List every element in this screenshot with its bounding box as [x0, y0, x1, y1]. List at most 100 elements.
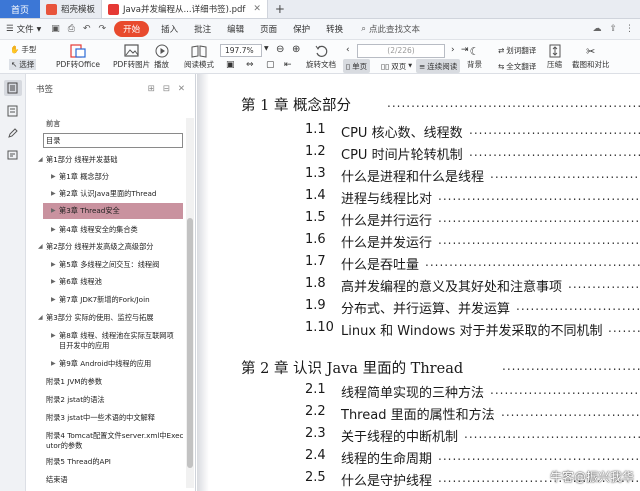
menu-annotate[interactable]: 批注 — [186, 23, 219, 35]
toc-entry-link[interactable]: 什么是并行运行 — [341, 210, 432, 229]
expand-arrow-icon[interactable]: ▶ — [51, 277, 56, 287]
bookmark-item[interactable]: ◢ 第3部分 实际的使用、监控与拓展 — [26, 312, 184, 324]
compress-button[interactable]: 压缩 — [547, 43, 562, 70]
share-icon[interactable]: ⇪ — [609, 24, 617, 34]
expand-arrow-icon[interactable]: ▶ — [51, 295, 56, 305]
bookmark-item[interactable]: ◢ 第2部分 线程并发高级之高级部分 — [26, 241, 184, 253]
toc-entry-link[interactable]: Linux 和 Windows 对于并发采取的不同机制 — [341, 320, 602, 339]
toc-entry-link[interactable]: Thread 里面的属性和方法 — [341, 404, 495, 423]
bookmark-item[interactable]: 前言 — [26, 118, 184, 130]
menu-page[interactable]: 页面 — [252, 23, 285, 35]
bookmark-item[interactable]: ▶ 第4章 线程安全的集合类 — [26, 224, 184, 236]
tab-document[interactable]: Java并发编程从...详细书签).pdf ✕ — [102, 0, 268, 18]
toc-entry-link[interactable]: 什么是并发运行 — [341, 232, 432, 251]
bookmark-item[interactable]: 附录1 JVM的参数 — [26, 376, 184, 388]
search-box[interactable]: ⌕ 点此查找文本 — [357, 23, 424, 35]
bookmark-item[interactable]: ▶ 第6章 线程池 — [26, 276, 184, 288]
play-button[interactable]: 播放 — [154, 43, 169, 70]
bookmark-item[interactable]: ▶ 第9章 Android中线程的应用 — [26, 358, 184, 370]
collapse-arrow-icon[interactable]: ◢ — [38, 313, 43, 323]
close-icon[interactable]: ✕ — [253, 4, 261, 14]
more-icon[interactable]: ⋮ — [625, 24, 634, 34]
toc-entry-link[interactable]: 线程简单实现的三种方法 — [341, 382, 484, 401]
toc-chapter-heading[interactable]: 第 2 章 认识 Java 里面的 Thread — [241, 357, 463, 378]
menu-insert[interactable]: 插入 — [153, 23, 186, 35]
menu-protect[interactable]: 保护 — [285, 23, 318, 35]
menu-convert[interactable]: 转换 — [318, 23, 351, 35]
expand-arrow-icon[interactable]: ▶ — [51, 331, 56, 341]
expand-arrow-icon[interactable]: ▶ — [51, 206, 56, 216]
bookmark-item[interactable]: ▶ 第1章 概念部分 — [26, 171, 184, 183]
bookmark-item[interactable]: ▶ 第8章 线程、线程池在实际互联网项 目开发中的应用 — [26, 330, 184, 352]
first-page-icon[interactable]: ⇤ — [284, 60, 292, 70]
bookmark-scrollbar[interactable] — [186, 118, 194, 488]
translate-full-button[interactable]: ⇆ 全文翻译 — [498, 61, 536, 72]
thumbnail-icon[interactable] — [5, 104, 21, 118]
toc-entry-link[interactable]: 线程的生命周期 — [341, 448, 432, 467]
expand-arrow-icon[interactable]: ▶ — [51, 225, 56, 235]
zoom-input[interactable]: 197.7% — [220, 44, 262, 57]
attachment-icon[interactable] — [5, 148, 21, 162]
pdf-to-image-button[interactable]: PDF转图片 — [113, 43, 150, 70]
file-menu[interactable]: ☰ 文件 ▼ — [0, 23, 47, 35]
continuous-read-button[interactable]: ≡ 连续阅读 — [416, 59, 461, 73]
bookmark-item[interactable]: 附录5 Thread的API — [26, 456, 184, 468]
bookmark-item[interactable]: 结束语 — [26, 474, 184, 486]
expand-arrow-icon[interactable]: ▶ — [51, 189, 56, 199]
bookmark-item-selected[interactable]: ▶ 第3章 Thread安全 — [43, 203, 183, 219]
toc-entry-link[interactable]: 分布式、并行运算、并发运算 — [341, 298, 510, 317]
bookmark-item[interactable]: 附录4 Tomcat配置文件server.xml中Exec utor的参数 — [26, 430, 184, 452]
close-panel-icon[interactable]: ✕ — [178, 84, 185, 94]
select-tool[interactable]: ↖ 选择 — [9, 59, 37, 70]
add-tab-button[interactable]: + — [268, 0, 292, 18]
bookmark-item[interactable]: ◢ 第1部分 线程并发基础 — [26, 154, 184, 166]
page-number-input[interactable]: (2/226) — [357, 44, 445, 58]
background-button[interactable]: ☾ 背景 — [467, 43, 482, 70]
bookmark-item[interactable]: 附录2 jstat的语法 — [26, 394, 184, 406]
redo-icon[interactable]: ↷ — [95, 24, 111, 34]
bookmark-item[interactable]: ▶ 第2章 认识Java里面的Thread — [26, 188, 184, 200]
toc-entry-link[interactable]: 什么是守护线程 — [341, 470, 432, 489]
scrollbar-thumb[interactable] — [187, 218, 193, 468]
actual-size-icon[interactable]: ▢ — [266, 60, 275, 70]
cloud-icon[interactable]: ☁ — [592, 24, 601, 34]
toc-entry-link[interactable]: CPU 核心数、线程数 — [341, 122, 463, 141]
print-icon[interactable]: ⎙ — [64, 24, 79, 34]
fit-page-icon[interactable]: ▣ — [226, 60, 235, 70]
zoom-dropdown-icon[interactable]: ▼ — [264, 45, 269, 52]
menu-edit[interactable]: 编辑 — [219, 23, 252, 35]
fit-width-icon[interactable]: ⇔ — [246, 60, 254, 70]
bookmark-item[interactable]: ▶ 第7章 JDK7新增的Fork/Join — [26, 294, 184, 306]
tab-home[interactable]: 首页 — [0, 0, 40, 18]
toc-chapter-heading[interactable]: 第 1 章 概念部分 — [241, 94, 351, 115]
document-view[interactable]: 第 1 章 概念部分 .............................… — [197, 74, 640, 491]
expand-arrow-icon[interactable]: ▶ — [51, 359, 56, 369]
read-mode-button[interactable]: 阅读模式 — [184, 43, 214, 70]
expand-icon[interactable]: ⊞ — [148, 84, 155, 94]
bookmark-panel-icon[interactable] — [3, 80, 22, 96]
double-page-button[interactable]: ▯▯ 双页 ▼ — [378, 59, 415, 73]
bookmark-item[interactable]: 附录3 jstat中一些术语的中文解释 — [26, 412, 184, 424]
toc-entry-link[interactable]: 高并发编程的意义及其好处和注意事项 — [341, 276, 562, 295]
toc-entry-link[interactable]: CPU 时间片轮转机制 — [341, 144, 463, 163]
screenshot-compare-button[interactable]: ✂ 截图和对比 — [572, 43, 610, 70]
prev-page-icon[interactable]: ‹ — [346, 45, 350, 55]
zoom-in-icon[interactable]: ⊕ — [292, 44, 300, 55]
next-page-icon[interactable]: › — [451, 45, 455, 55]
bookmark-item[interactable]: ▶ 第5章 多线程之间交互：线程阀 — [26, 259, 184, 271]
collapse-arrow-icon[interactable]: ◢ — [38, 242, 43, 252]
toc-entry-link[interactable]: 进程与线程比对 — [341, 188, 432, 207]
tab-templates[interactable]: 稻壳模板 — [40, 0, 103, 18]
zoom-out-icon[interactable]: ⊖ — [276, 44, 284, 55]
save-icon[interactable]: ▣ — [47, 24, 64, 34]
expand-arrow-icon[interactable]: ▶ — [51, 260, 56, 270]
undo-icon[interactable]: ↶ — [79, 24, 95, 34]
bookmark-add-icon[interactable]: ⊟ — [163, 84, 170, 94]
pdf-to-office-button[interactable]: PDF转Office — [56, 43, 100, 70]
bookmark-item[interactable]: 目录 — [43, 133, 183, 148]
toc-entry-link[interactable]: 关于线程的中断机制 — [341, 426, 458, 445]
menu-start[interactable]: 开始 — [114, 21, 150, 37]
collapse-arrow-icon[interactable]: ◢ — [38, 155, 43, 165]
rotate-button[interactable]: 旋转文档 — [306, 43, 336, 70]
toc-entry-link[interactable]: 什么是吞吐量 — [341, 254, 419, 273]
